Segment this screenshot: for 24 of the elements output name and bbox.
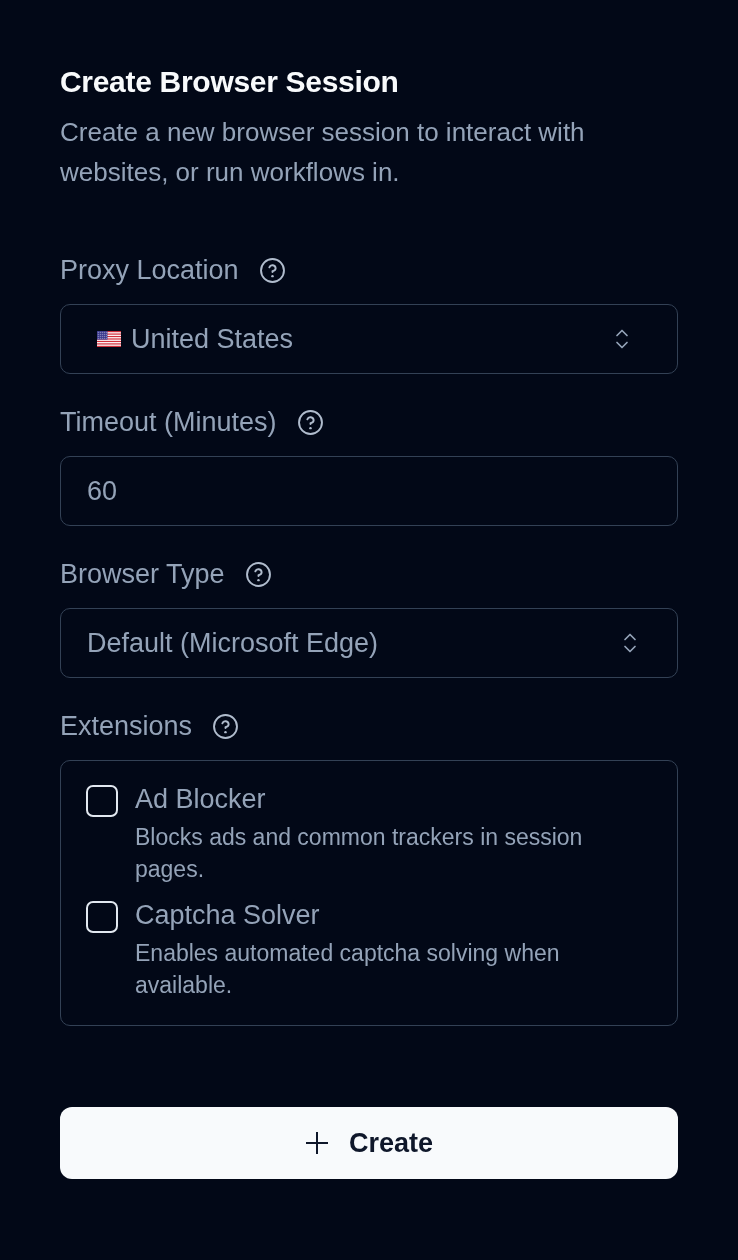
help-icon[interactable] — [244, 560, 272, 588]
field-label: Browser Type — [60, 558, 225, 591]
dropdown-field[interactable]: United States — [60, 304, 678, 374]
up-down-chevron-icon — [615, 327, 629, 351]
option-title: Captcha Solver — [135, 899, 321, 931]
dropdown-field[interactable]: Default (Microsoft Edge) — [60, 608, 678, 678]
plus-icon — [304, 1131, 329, 1155]
field-label: Timeout (Minutes) — [60, 406, 277, 439]
option-description: Enables automated captcha solving when available. — [135, 939, 561, 1000]
up-down-chevron-icon — [623, 631, 637, 655]
input-field[interactable]: 60 — [60, 456, 678, 526]
field-label: Proxy Location — [60, 254, 239, 287]
flag-icon — [97, 331, 121, 347]
help-icon[interactable] — [212, 712, 240, 740]
create-button[interactable]: Create — [60, 1107, 678, 1179]
help-icon[interactable] — [258, 256, 286, 284]
field-label: Extensions — [60, 710, 193, 743]
dialog-description: Create a new browser session to interact with websites, or run workflows in. — [60, 116, 586, 189]
option-title: Ad Blocker — [135, 783, 267, 815]
dialog-title: Create Browser Session — [60, 64, 400, 100]
checkbox[interactable] — [86, 901, 118, 933]
help-icon[interactable] — [296, 408, 324, 436]
option-description: Blocks ads and common trackers in session pages. — [135, 823, 584, 884]
checkbox[interactable] — [86, 785, 118, 817]
